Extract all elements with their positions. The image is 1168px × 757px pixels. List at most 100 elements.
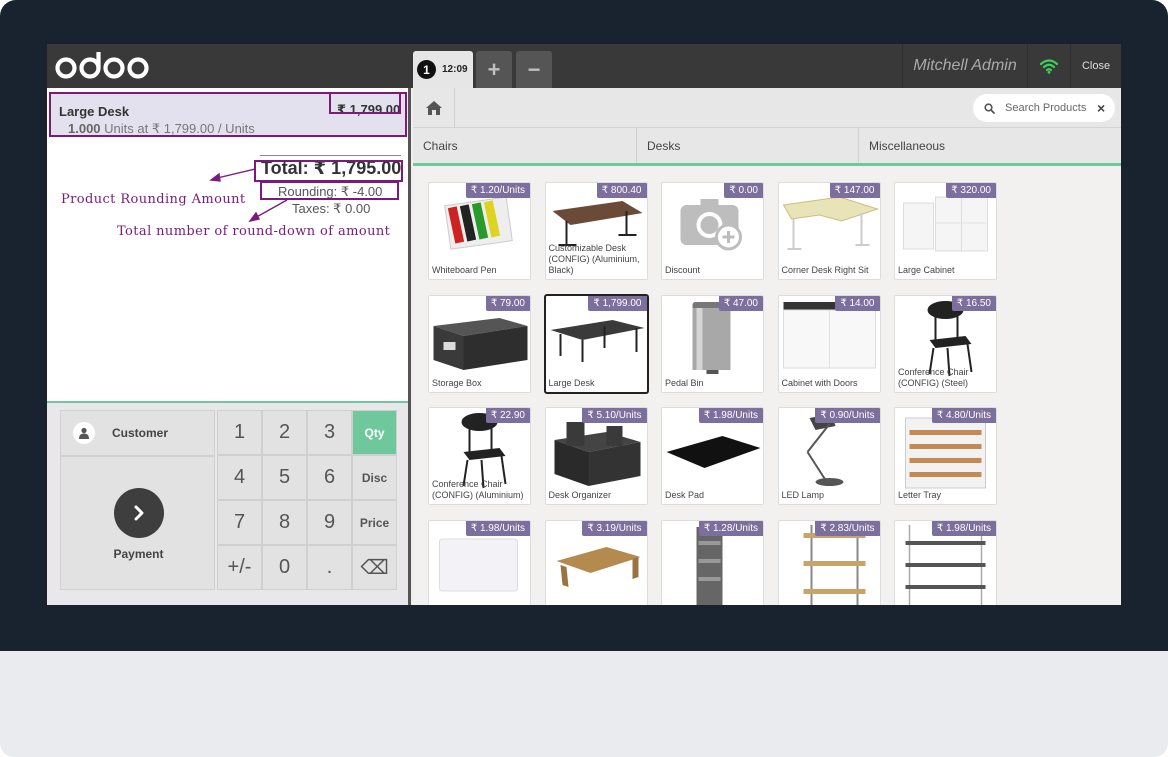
products-pane: × Chairs Desks Miscellaneous ₹ 1.20/Unit… <box>413 88 1121 605</box>
product-card[interactable]: ₹ 0.90/Units LED Lamp <box>777 407 881 505</box>
customer-button[interactable]: Customer <box>60 410 215 456</box>
chevron-right-icon <box>114 488 164 538</box>
search-input[interactable] <box>1005 102 1093 114</box>
person-icon <box>79 427 89 439</box>
payment-label: Payment <box>113 547 164 561</box>
product-card[interactable]: ₹ 22.90 Conference Chair (CONFIG) (Alumin… <box>428 407 531 505</box>
product-name: Discount <box>665 265 701 275</box>
clear-search-icon[interactable]: × <box>1097 100 1105 116</box>
order-time: 12:09 <box>442 64 468 75</box>
numpad-key-2[interactable]: 2 <box>262 410 307 455</box>
product-card[interactable]: ₹ 320.00 Large Cabinet <box>894 182 997 280</box>
product-price-tag: ₹ 3.19/Units <box>582 520 647 536</box>
order-number-badge: 1 <box>417 60 436 79</box>
product-price-tag: ₹ 0.00 <box>724 183 763 198</box>
product-price-tag: ₹ 1.98/Units <box>698 408 763 423</box>
plus-minus-button[interactable]: +/- <box>217 545 262 590</box>
product-price-tag: ₹ 147.00 <box>829 183 880 198</box>
product-name: Large Desk <box>548 377 595 388</box>
product-name: Storage Box <box>432 377 482 388</box>
product-name: Desk Organizer <box>548 490 612 500</box>
numpad-key-4[interactable]: 4 <box>217 455 262 500</box>
category-bar: Chairs Desks Miscellaneous <box>413 128 1121 166</box>
product-card[interactable]: ₹ 47.00 Pedal Bin <box>661 294 764 393</box>
home-icon[interactable] <box>413 88 455 128</box>
product-price-tag: ₹ 22.90 <box>485 408 530 423</box>
numpad-key-3[interactable]: 3 <box>307 410 352 455</box>
numpad-key-7[interactable]: 7 <box>217 500 262 545</box>
numpad-key-8[interactable]: 8 <box>262 500 307 545</box>
product-name: Corner Desk Right Sit <box>781 265 869 275</box>
product-card[interactable]: ₹ 4.80/Units Letter Tray <box>894 407 997 505</box>
decimal-button[interactable]: . <box>307 545 352 590</box>
product-card[interactable]: ₹ 79.00 Storage Box <box>428 294 531 393</box>
numpad-key-0[interactable]: 0 <box>262 545 307 590</box>
numpad-key-6[interactable]: 6 <box>307 455 352 500</box>
product-card[interactable]: ₹ 3.19/Units <box>544 519 648 605</box>
category-desks[interactable]: Desks <box>637 128 859 163</box>
odoo-logo-icon <box>55 52 149 79</box>
product-card[interactable]: ₹ 147.00 Corner Desk Right Sit <box>777 182 881 280</box>
disc-mode-button[interactable]: Disc <box>352 455 397 500</box>
add-order-button[interactable]: + <box>476 51 512 88</box>
product-price-tag: ₹ 320.00 <box>946 183 996 198</box>
annotation-arrows <box>209 168 288 223</box>
product-card[interactable]: ₹ 1.28/Units <box>661 519 764 605</box>
search-box: × <box>973 94 1115 122</box>
backspace-icon[interactable]: ⌫ <box>352 545 397 590</box>
product-name: Conference Chair (CONFIG) (Aluminium) <box>432 479 524 500</box>
product-price-tag: ₹ 2.83/Units <box>815 520 880 536</box>
numpad-key-5[interactable]: 5 <box>262 455 307 500</box>
price-mode-button[interactable]: Price <box>352 500 397 545</box>
product-price-tag: ₹ 1.98/Units <box>931 520 996 536</box>
qty-mode-button[interactable]: Qty <box>352 410 397 455</box>
order-tab[interactable]: 1 12:09 <box>413 51 473 88</box>
user-name[interactable]: Mitchell Admin <box>902 44 1027 88</box>
remove-order-button[interactable]: − <box>516 51 552 88</box>
product-name: Letter Tray <box>898 490 942 500</box>
product-card[interactable]: ₹ 800.40 Customizable Desk (CONFIG) (Alum… <box>544 182 648 280</box>
product-name: Conference Chair (CONFIG) (Steel) <box>898 366 969 388</box>
product-price-tag: ₹ 1.20/Units <box>465 183 530 198</box>
product-name: Pedal Bin <box>665 377 704 388</box>
product-price-tag: ₹ 5.10/Units <box>582 408 647 423</box>
payment-button[interactable]: Payment <box>60 456 215 590</box>
product-card[interactable]: ₹ 0.00 Discount <box>661 182 764 280</box>
product-price-tag: ₹ 1,799.00 <box>588 295 647 311</box>
product-card[interactable]: ₹ 14.00 Cabinet with Doors <box>777 294 881 393</box>
category-chairs[interactable]: Chairs <box>413 128 637 163</box>
numpad-key-1[interactable]: 1 <box>217 410 262 455</box>
product-card[interactable]: ₹ 16.50 Conference Chair (CONFIG) (Steel) <box>894 294 997 393</box>
close-button[interactable]: Close <box>1070 44 1121 88</box>
product-card[interactable]: ₹ 1.20/Units Whiteboard Pen <box>428 182 531 280</box>
product-card[interactable]: ₹ 1.98/Units Desk Pad <box>661 407 764 505</box>
numpad: 1 2 3 Qty 4 5 6 Disc 7 8 9 Price +/- 0 .… <box>217 410 397 590</box>
wifi-icon[interactable] <box>1027 44 1070 88</box>
product-card[interactable]: ₹ 2.83/Units <box>777 519 881 605</box>
product-name: Customizable Desk (CONFIG) (Aluminium, B… <box>548 243 640 275</box>
user-icon <box>73 422 95 444</box>
product-card[interactable]: ₹ 1.98/Units <box>894 519 997 605</box>
product-name: Whiteboard Pen <box>432 265 497 275</box>
odoo-logo <box>55 49 149 83</box>
product-price-tag: ₹ 0.90/Units <box>815 408 880 423</box>
order-pane: Large Desk ₹ 1,799.00 1.000 Units at ₹ 1… <box>47 88 411 605</box>
product-price-tag: ₹ 47.00 <box>718 295 763 311</box>
product-price-tag: ₹ 79.00 <box>485 295 530 311</box>
product-price-tag: ₹ 14.00 <box>835 295 880 311</box>
numpad-key-9[interactable]: 9 <box>307 500 352 545</box>
chevron-right-glyph <box>134 505 144 521</box>
category-miscellaneous[interactable]: Miscellaneous <box>859 128 1121 163</box>
customer-label: Customer <box>112 426 169 440</box>
pos-header: 1 12:09 + − Mitchell Admin Close <box>47 44 1121 88</box>
product-price-tag: ₹ 4.80/Units <box>931 408 996 423</box>
control-panel: Customer Payment 1 2 3 Qty 4 5 6 Disc 7 … <box>47 403 408 605</box>
breadcrumb: × <box>413 88 1121 128</box>
house-icon <box>425 101 442 115</box>
product-card[interactable]: ₹ 5.10/Units Desk Organizer <box>544 407 648 505</box>
product-card[interactable]: ₹ 1.98/Units <box>428 519 531 605</box>
product-card[interactable]: ₹ 1,799.00 Large Desk <box>544 294 648 393</box>
product-name: Large Cabinet <box>898 265 955 275</box>
product-grid: ₹ 1.20/Units Whiteboard Pen ₹ 800.40 Custom… <box>413 166 1121 605</box>
wifi-signal-icon <box>1039 59 1059 74</box>
